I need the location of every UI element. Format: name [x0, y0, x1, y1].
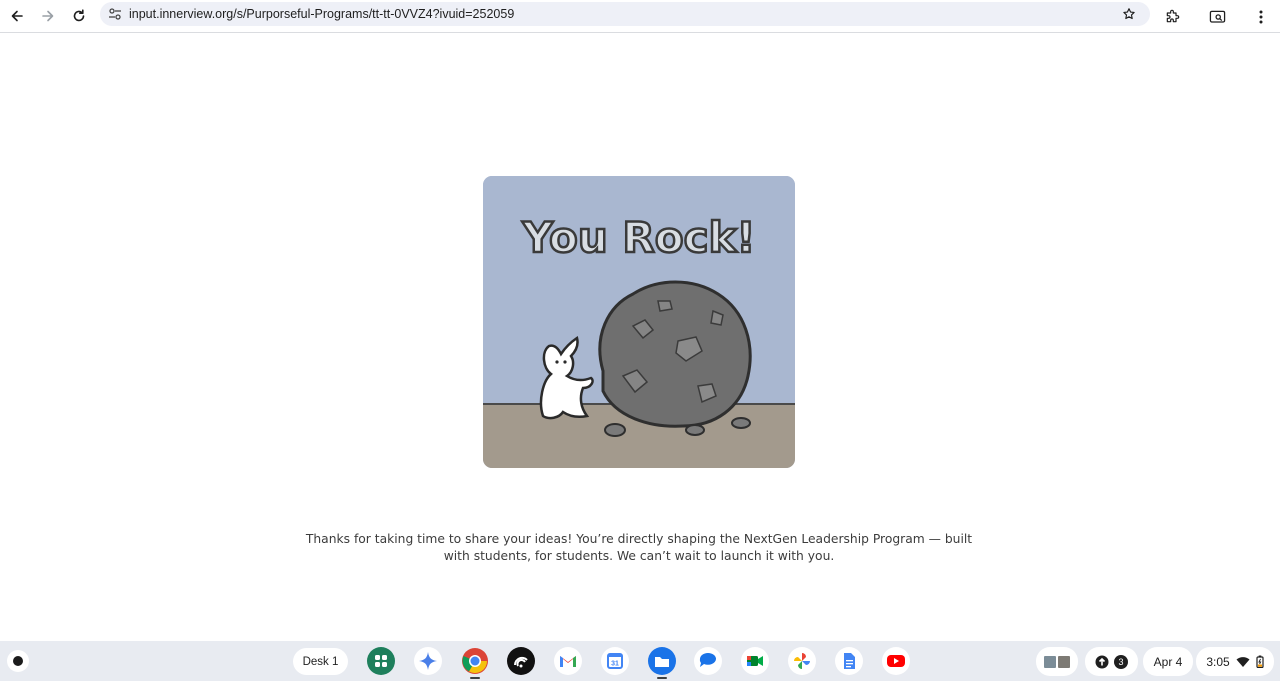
holding-space-thumbnails-icon	[1044, 655, 1070, 668]
chrome-icon	[462, 648, 488, 674]
back-button[interactable]	[3, 2, 31, 30]
chrome-running-indicator	[470, 677, 480, 679]
notification-pod[interactable]: 3	[1085, 647, 1138, 676]
chrome-app[interactable]	[461, 647, 489, 675]
calendar-app[interactable]: 31	[601, 647, 629, 675]
calendar-icon: 31	[601, 647, 629, 675]
site-info-icon[interactable]	[104, 3, 126, 25]
extensions-button[interactable]	[1158, 3, 1186, 31]
holding-space-button[interactable]	[1036, 647, 1078, 676]
search-page-icon	[1209, 10, 1225, 23]
gmail-app[interactable]	[554, 647, 582, 675]
thank-you-message: Thanks for taking time to share your ide…	[305, 532, 973, 563]
pinwheel-icon	[788, 647, 816, 675]
reload-button[interactable]	[65, 2, 93, 30]
you-rock-title: You Rock!	[521, 213, 755, 262]
podcast-icon	[507, 647, 535, 675]
date-pod[interactable]: Apr 4	[1143, 647, 1193, 676]
puzzle-icon	[1166, 9, 1180, 23]
files-running-indicator	[657, 677, 667, 679]
messages-app[interactable]	[694, 647, 722, 675]
gemini-app[interactable]	[414, 647, 442, 675]
browser-toolbar: input.innerview.org/s/Purporseful-Progra…	[0, 0, 1280, 33]
reading-mode-button[interactable]	[1203, 3, 1231, 31]
upload-arrow-icon	[1095, 655, 1109, 668]
desk-button[interactable]: Desk 1	[293, 648, 348, 675]
arrow-left-icon	[11, 10, 23, 22]
bookmark-star-icon[interactable]	[1120, 5, 1138, 23]
wifi-icon	[1236, 656, 1250, 667]
document-icon	[835, 647, 863, 675]
youtube-play-icon	[882, 647, 910, 675]
meet-app[interactable]	[741, 647, 769, 675]
reload-icon	[73, 9, 85, 22]
folder-icon	[648, 647, 676, 675]
launcher-icon	[13, 656, 23, 666]
kebab-menu-icon	[1259, 10, 1263, 24]
docs-app[interactable]	[835, 647, 863, 675]
apps-grid-icon	[367, 647, 395, 675]
os-shelf: Desk 1 31 3 Apr 4 3:05	[0, 641, 1280, 681]
arrow-right-icon	[42, 10, 54, 22]
status-tray[interactable]: 3:05	[1196, 647, 1274, 676]
app-launcher-shelf-app[interactable]	[367, 647, 395, 675]
menu-button[interactable]	[1247, 3, 1275, 31]
message-bubble-icon	[694, 647, 722, 675]
meet-camera-icon	[741, 647, 769, 675]
clock-time: 3:05	[1206, 654, 1230, 669]
you-rock-illustration: You Rock!	[483, 176, 795, 468]
photos-app[interactable]	[788, 647, 816, 675]
files-app[interactable]	[648, 647, 676, 675]
gemini-sparkle-icon	[414, 647, 442, 675]
youtube-app[interactable]	[882, 647, 910, 675]
gmail-icon	[554, 647, 582, 675]
address-bar[interactable]: input.innerview.org/s/Purporseful-Progra…	[100, 2, 1150, 26]
url-text[interactable]: input.innerview.org/s/Purporseful-Progra…	[129, 7, 514, 21]
forward-button[interactable]	[34, 2, 62, 30]
svg-text:31: 31	[611, 661, 619, 668]
launcher-button[interactable]	[7, 650, 29, 672]
battery-charging-icon	[1256, 655, 1264, 668]
podcast-app[interactable]	[507, 647, 535, 675]
notification-count-badge: 3	[1114, 654, 1128, 669]
